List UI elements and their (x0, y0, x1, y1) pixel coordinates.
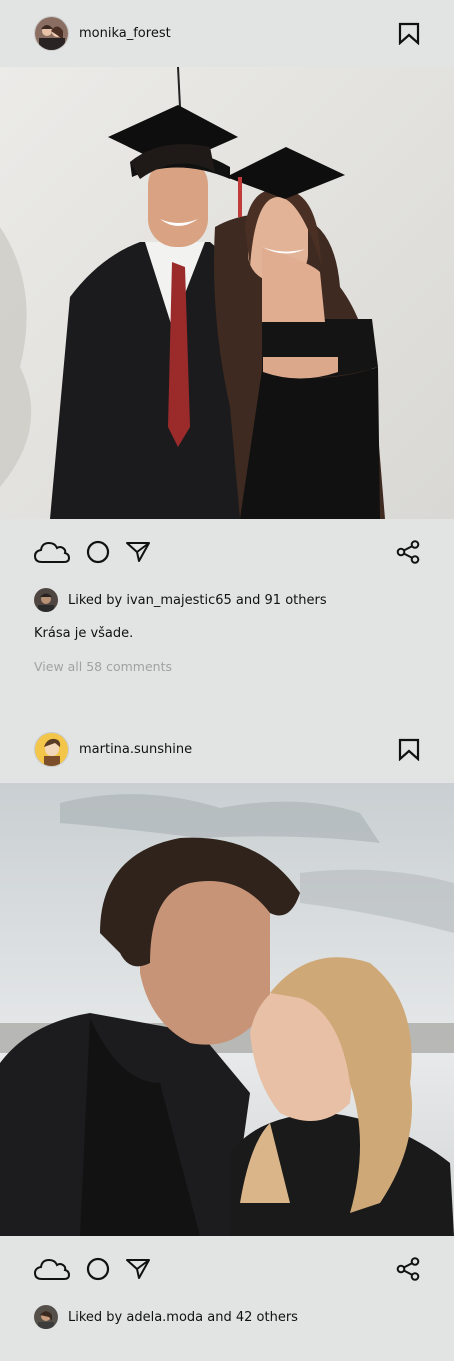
post-header: monika_forest (0, 0, 454, 67)
view-comments-link[interactable]: View all 58 comments (0, 657, 454, 677)
likes-text[interactable]: Liked by adela.moda and 42 others (68, 1310, 298, 1325)
avatar[interactable] (34, 732, 69, 767)
username[interactable]: martina.sunshine (79, 742, 192, 757)
liker-avatar[interactable] (34, 1305, 58, 1329)
cloud-like-icon[interactable] (34, 540, 70, 564)
post-actions (0, 519, 454, 585)
actions-left (34, 540, 150, 564)
post-1: monika_forest Liked by ivan_majestic65 a… (0, 0, 454, 677)
share-icon[interactable] (396, 1257, 420, 1281)
bookmark-icon[interactable] (398, 738, 420, 761)
post-author[interactable]: monika_forest (34, 16, 171, 51)
post-photo[interactable] (0, 67, 454, 519)
cloud-like-icon[interactable] (34, 1257, 70, 1281)
likes-text[interactable]: Liked by ivan_majestic65 and 91 others (68, 593, 327, 608)
paper-plane-icon[interactable] (126, 1258, 150, 1280)
paper-plane-icon[interactable] (126, 541, 150, 563)
circle-comment-icon[interactable] (86, 540, 110, 564)
post-photo[interactable] (0, 783, 454, 1236)
likes-row[interactable]: Liked by ivan_majestic65 and 91 others (0, 585, 454, 615)
avatar[interactable] (34, 16, 69, 51)
liker-avatar[interactable] (34, 588, 58, 612)
share-icon[interactable] (396, 540, 420, 564)
post-author[interactable]: martina.sunshine (34, 732, 192, 767)
actions-left (34, 1257, 150, 1281)
post-divider (0, 677, 454, 716)
post-2: martina.sunshine Liked by adela.moda and… (0, 716, 454, 1332)
bookmark-icon[interactable] (398, 22, 420, 45)
post-header: martina.sunshine (0, 716, 454, 783)
circle-comment-icon[interactable] (86, 1257, 110, 1281)
post-actions (0, 1236, 454, 1302)
likes-row[interactable]: Liked by adela.moda and 42 others (0, 1302, 454, 1332)
username[interactable]: monika_forest (79, 26, 171, 41)
caption: Krása je všade. (34, 626, 134, 641)
